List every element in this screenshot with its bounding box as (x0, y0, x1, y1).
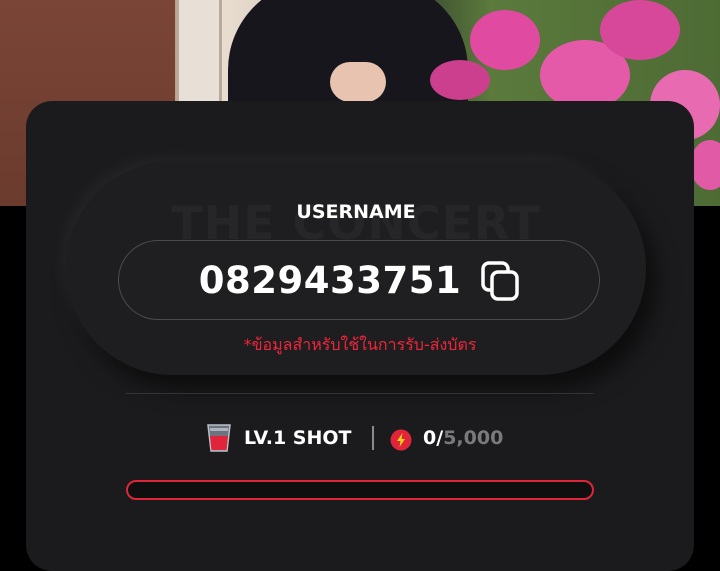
photo-hand (330, 62, 386, 102)
photo-flower (470, 10, 540, 70)
photo-flower (430, 60, 490, 100)
points-max: 5,000 (443, 427, 504, 449)
copy-username-button[interactable] (478, 258, 524, 304)
divider (126, 393, 594, 394)
username-label: USERNAME (296, 201, 416, 223)
points-counter: 0/5,000 (423, 427, 503, 449)
lightning-icon (390, 429, 412, 451)
copy-icon (481, 261, 519, 301)
photo-flower (690, 140, 720, 190)
username-note: *ข้อมูลสำหรับใช้ในการรับ-ส่งบัตร (243, 335, 477, 354)
level-label: LV.1 SHOT (244, 427, 352, 449)
photo-flower (600, 0, 680, 60)
shot-glass-icon (205, 422, 233, 454)
stats-separator (372, 426, 374, 450)
level-progress-bar (126, 480, 594, 500)
username-value: 0829433751 (198, 259, 462, 302)
points-current: 0 (423, 427, 437, 449)
